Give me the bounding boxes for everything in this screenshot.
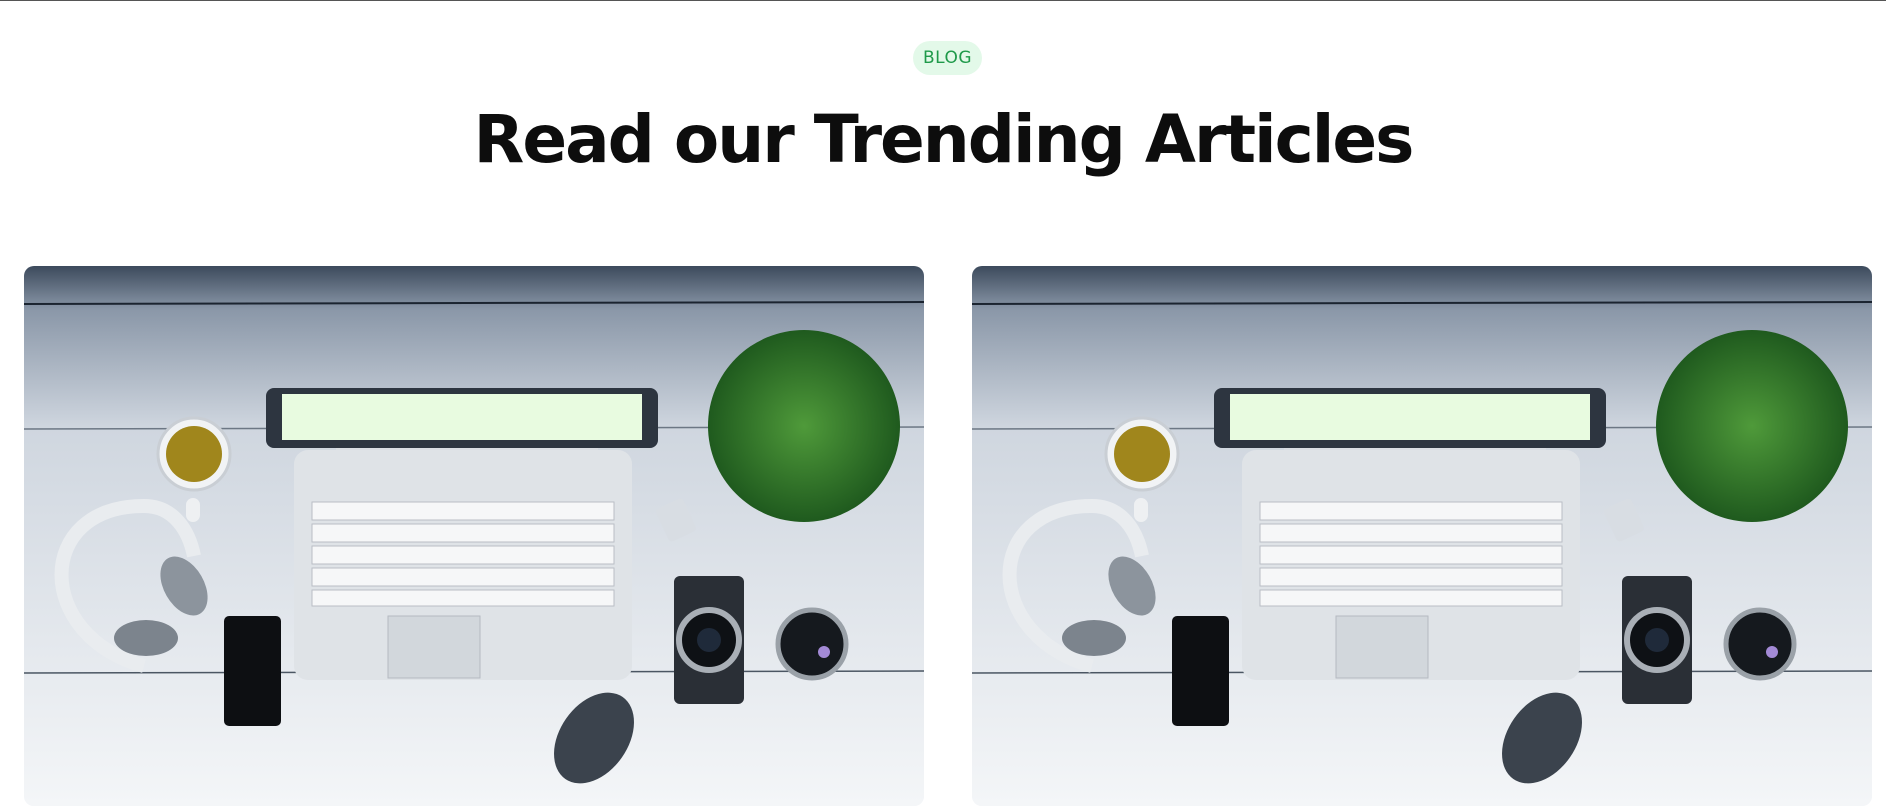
- article-image[interactable]: [972, 266, 1872, 806]
- blog-badge: BLOG: [913, 41, 982, 75]
- page-title: Read our Trending Articles: [473, 101, 1415, 178]
- article-card[interactable]: [24, 266, 924, 806]
- article-image[interactable]: [24, 266, 924, 806]
- article-card[interactable]: [972, 266, 1872, 806]
- top-divider: [0, 0, 1886, 1]
